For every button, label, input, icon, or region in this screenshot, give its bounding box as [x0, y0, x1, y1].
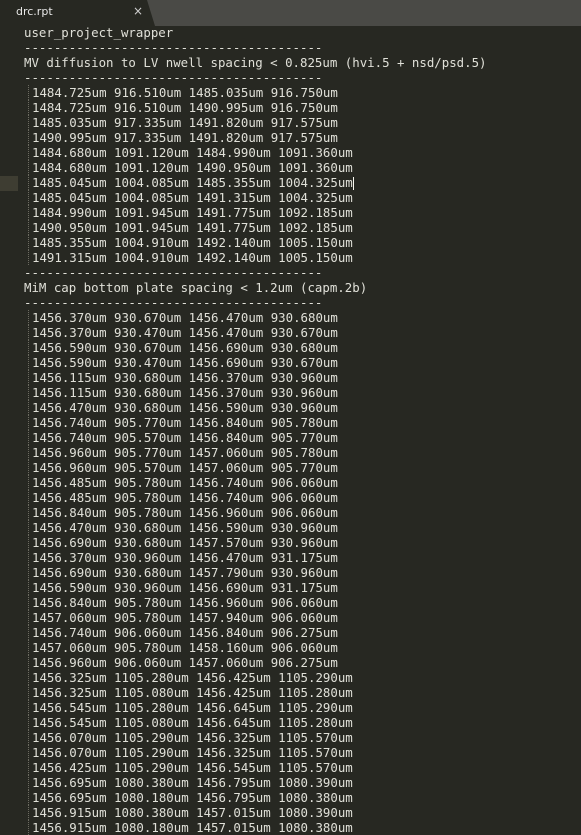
violation-row: 1485.355um 1004.910um 1492.140um 1005.15…	[24, 235, 581, 250]
violation-row: 1456.740um 905.770um 1456.840um 905.780u…	[24, 415, 581, 430]
violation-row: 1457.060um 905.780um 1457.940um 906.060u…	[24, 610, 581, 625]
violation-row: 1456.960um 906.060um 1457.060um 906.275u…	[24, 655, 581, 670]
violation-row: 1484.990um 1091.945um 1491.775um 1092.18…	[24, 205, 581, 220]
violation-row: 1456.960um 905.570um 1457.060um 905.770u…	[24, 460, 581, 475]
violation-row: 1456.690um 930.680um 1457.570um 930.960u…	[24, 535, 581, 550]
section-title: MiM cap bottom plate spacing < 1.2um (ca…	[24, 280, 368, 295]
separator-line: ----------------------------------------	[24, 265, 323, 280]
violation-row: 1456.690um 930.680um 1457.790um 930.960u…	[24, 565, 581, 580]
violation-row: 1456.960um 905.770um 1457.060um 905.780u…	[24, 445, 581, 460]
violation-row: 1456.370um 930.960um 1456.470um 931.175u…	[24, 550, 581, 565]
separator-line: ----------------------------------------	[24, 295, 323, 310]
violation-row: 1484.725um 916.510um 1485.035um 916.750u…	[24, 85, 581, 100]
violation-row: 1485.045um 1004.085um 1485.355um 1004.32…	[24, 175, 581, 190]
violation-row: 1490.995um 917.335um 1491.820um 917.575u…	[24, 130, 581, 145]
violation-row: 1457.060um 905.780um 1458.160um 906.060u…	[24, 640, 581, 655]
violation-row: 1456.915um 1080.180um 1457.015um 1080.38…	[24, 820, 581, 835]
violation-row: 1456.590um 930.470um 1456.690um 930.670u…	[24, 355, 581, 370]
violation-row: 1456.545um 1105.280um 1456.645um 1105.29…	[24, 700, 581, 715]
violation-row: 1456.070um 1105.290um 1456.325um 1105.57…	[24, 745, 581, 760]
current-line-gutter-highlight	[0, 176, 18, 191]
violation-list: 1456.370um 930.670um 1456.470um 930.680u…	[24, 310, 581, 835]
violation-row: 1485.035um 917.335um 1491.820um 917.575u…	[24, 115, 581, 130]
separator-line: ----------------------------------------	[24, 70, 323, 85]
separator-line: ----------------------------------------	[24, 40, 323, 55]
violation-row: 1456.325um 1105.080um 1456.425um 1105.28…	[24, 685, 581, 700]
violation-row: 1484.680um 1091.120um 1490.950um 1091.36…	[24, 160, 581, 175]
violation-row: 1456.545um 1105.080um 1456.645um 1105.28…	[24, 715, 581, 730]
violation-row: 1456.325um 1105.280um 1456.425um 1105.29…	[24, 670, 581, 685]
close-icon[interactable]: ×	[133, 4, 143, 18]
violation-row: 1456.590um 930.670um 1456.690um 930.680u…	[24, 340, 581, 355]
section-title: MV diffusion to LV nwell spacing < 0.825…	[24, 55, 487, 70]
tab-bar: drc.rpt ×	[0, 0, 581, 26]
violation-row: 1484.725um 916.510um 1490.995um 916.750u…	[24, 100, 581, 115]
report-header: user_project_wrapper	[24, 25, 174, 40]
violation-row: 1456.740um 906.060um 1456.840um 906.275u…	[24, 625, 581, 640]
tab-title: drc.rpt	[16, 5, 53, 18]
violation-row: 1456.470um 930.680um 1456.590um 930.960u…	[24, 400, 581, 415]
violation-row: 1456.590um 930.960um 1456.690um 931.175u…	[24, 580, 581, 595]
violation-row: 1485.045um 1004.085um 1491.315um 1004.32…	[24, 190, 581, 205]
violation-row: 1456.115um 930.680um 1456.370um 930.960u…	[24, 385, 581, 400]
text-cursor	[352, 177, 354, 190]
violation-row: 1456.840um 905.780um 1456.960um 906.060u…	[24, 505, 581, 520]
violation-list: 1484.725um 916.510um 1485.035um 916.750u…	[24, 85, 581, 265]
violation-row: 1484.680um 1091.120um 1484.990um 1091.36…	[24, 145, 581, 160]
violation-row: 1456.070um 1105.290um 1456.325um 1105.57…	[24, 730, 581, 745]
violation-row: 1456.115um 930.680um 1456.370um 930.960u…	[24, 370, 581, 385]
violation-row: 1456.485um 905.780um 1456.740um 906.060u…	[24, 490, 581, 505]
editor-text-area[interactable]: user_project_wrapper -------------------…	[24, 25, 581, 835]
violation-row: 1456.695um 1080.380um 1456.795um 1080.39…	[24, 775, 581, 790]
violation-row: 1456.915um 1080.380um 1457.015um 1080.39…	[24, 805, 581, 820]
violation-row: 1456.470um 930.680um 1456.590um 930.960u…	[24, 520, 581, 535]
violation-row: 1456.840um 905.780um 1456.960um 906.060u…	[24, 595, 581, 610]
violation-row: 1456.370um 930.670um 1456.470um 930.680u…	[24, 310, 581, 325]
violation-row: 1456.425um 1105.290um 1456.545um 1105.57…	[24, 760, 581, 775]
violation-row: 1456.695um 1080.180um 1456.795um 1080.38…	[24, 790, 581, 805]
violation-row: 1490.950um 1091.945um 1491.775um 1092.18…	[24, 220, 581, 235]
violation-row: 1456.485um 905.780um 1456.740um 906.060u…	[24, 475, 581, 490]
violation-row: 1491.315um 1004.910um 1492.140um 1005.15…	[24, 250, 581, 265]
violation-row: 1456.740um 905.570um 1456.840um 905.770u…	[24, 430, 581, 445]
violation-row: 1456.370um 930.470um 1456.470um 930.670u…	[24, 325, 581, 340]
tab-drc-rpt[interactable]: drc.rpt ×	[0, 0, 155, 26]
